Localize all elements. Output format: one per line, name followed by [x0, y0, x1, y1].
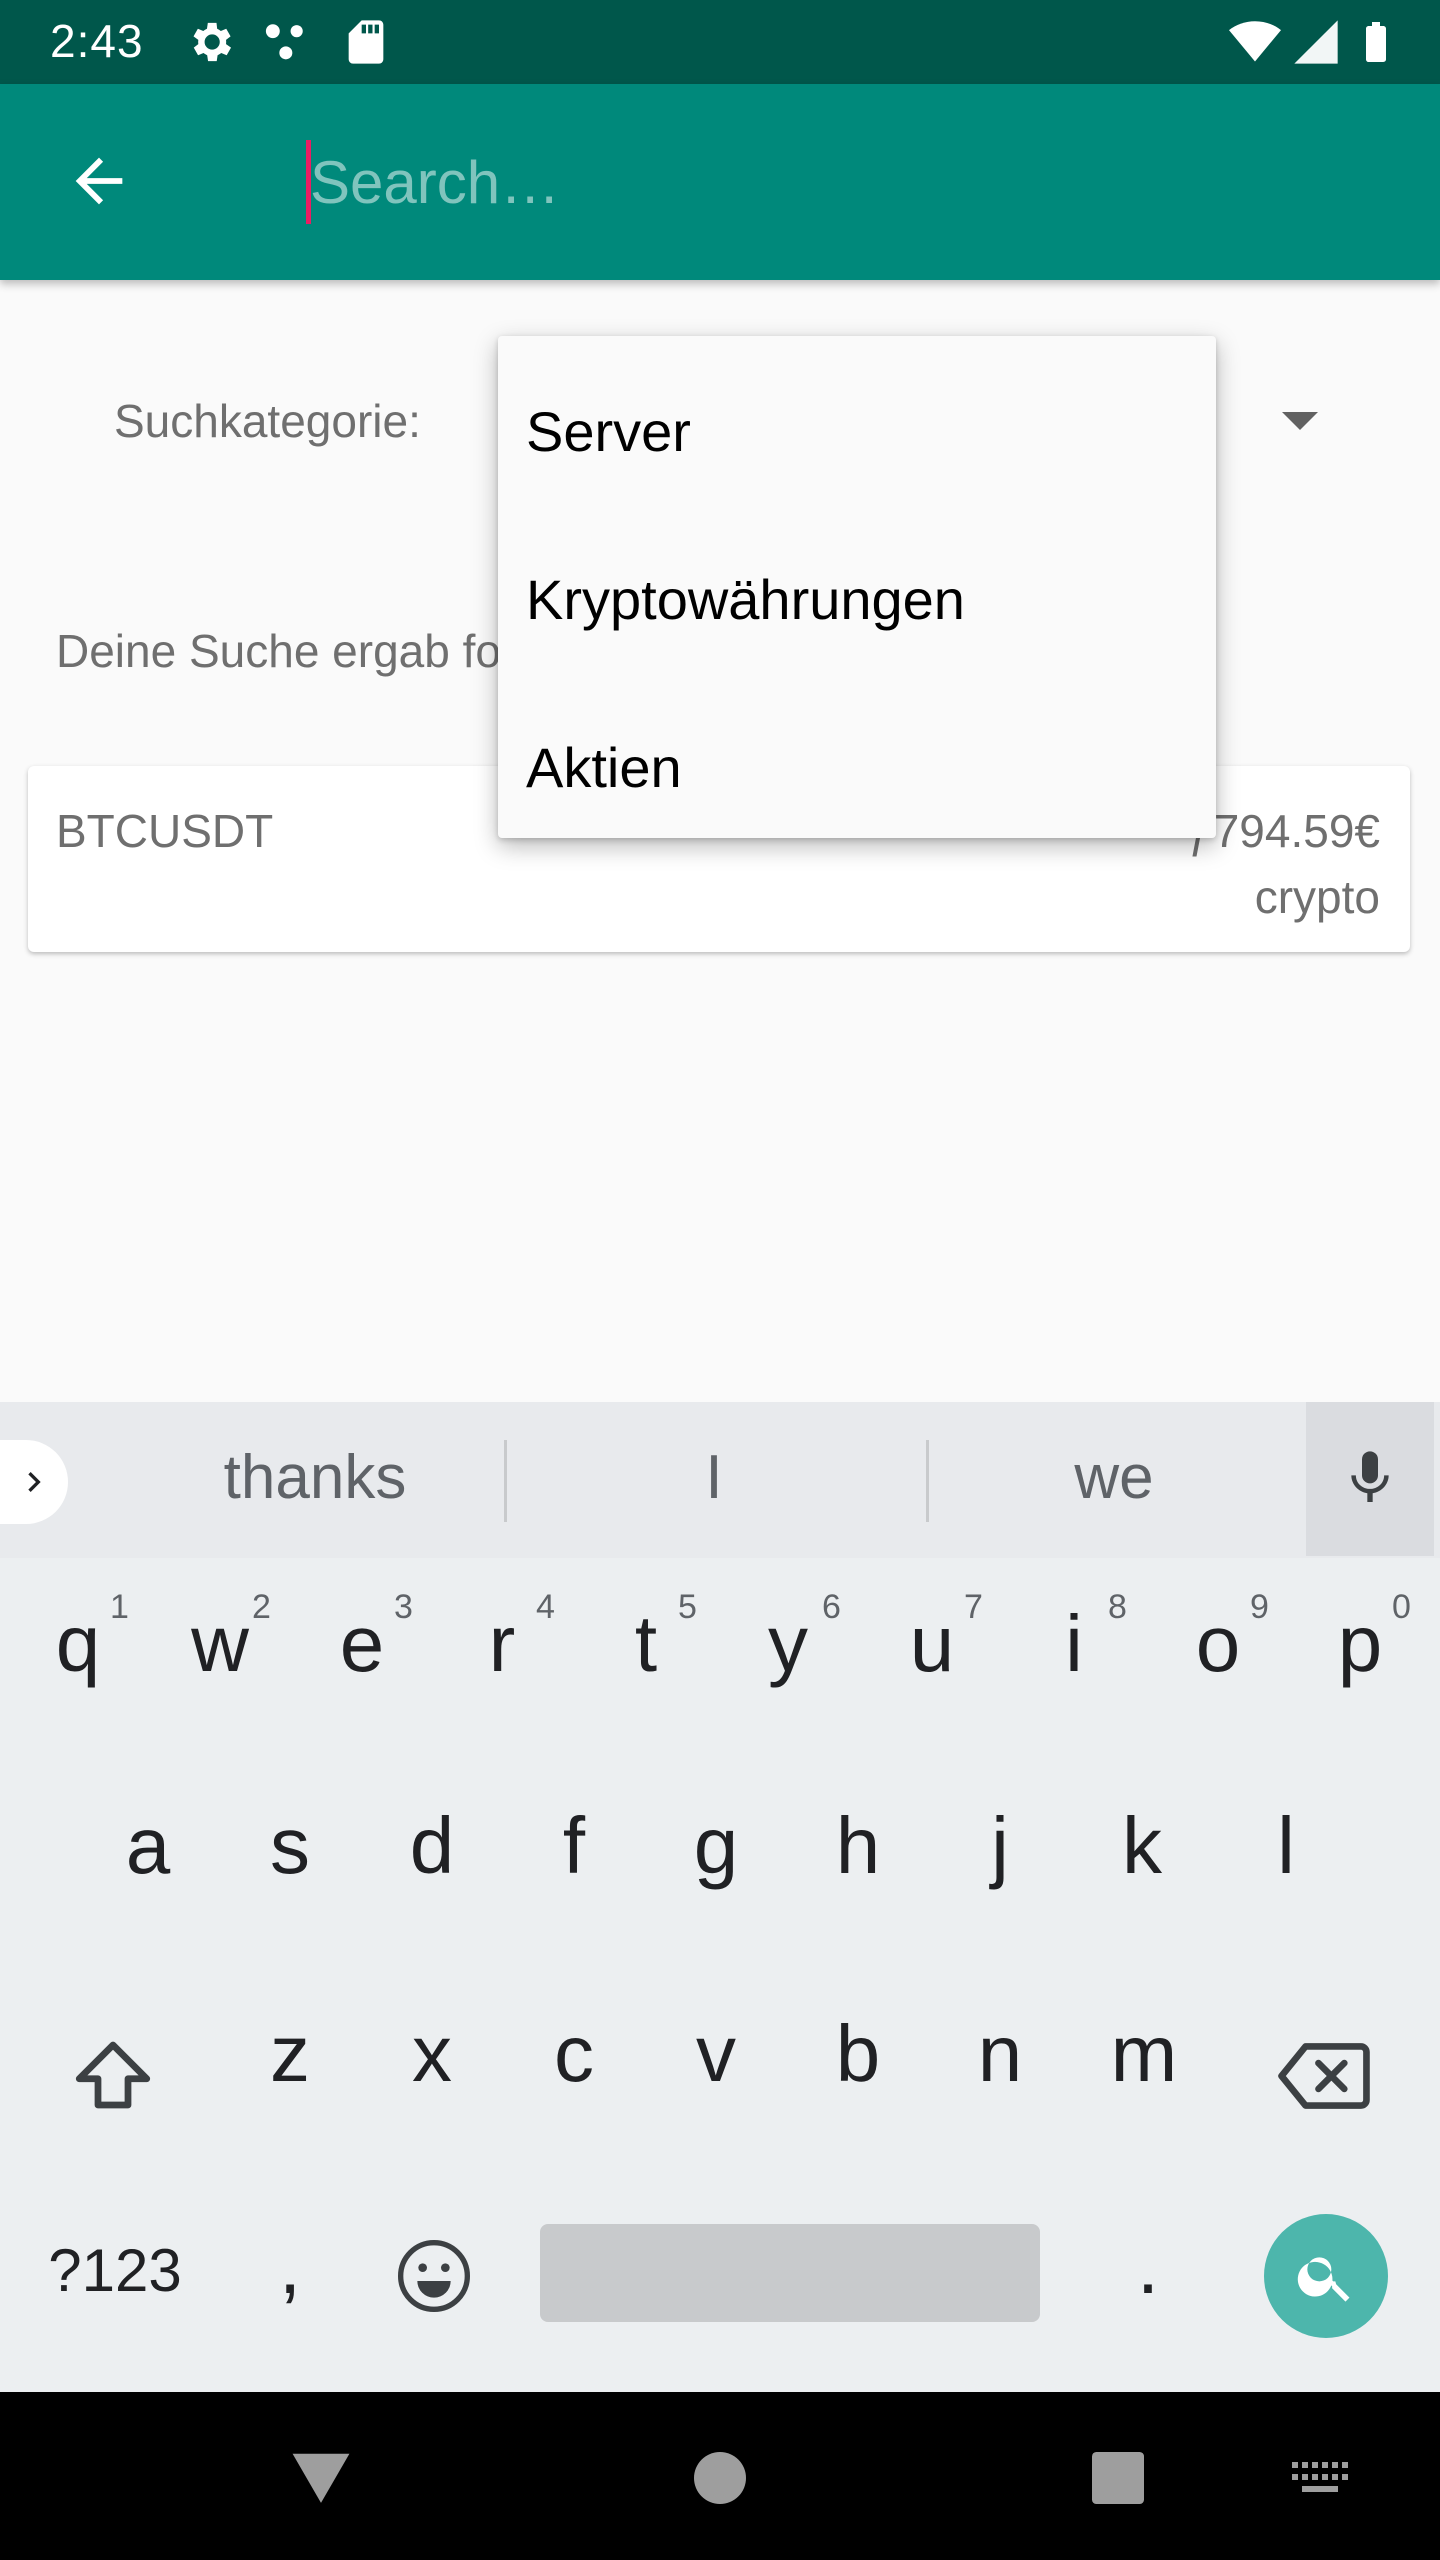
nav-recents-icon[interactable] — [1092, 2452, 1144, 2504]
text-cursor — [306, 140, 311, 224]
wifi-icon — [1229, 21, 1281, 62]
space-key[interactable] — [540, 2224, 1040, 2322]
battery-icon — [1366, 22, 1386, 62]
soft-keyboard: thanks I we q w e r t y u i o p 1 2 3 4 … — [0, 1402, 1440, 2392]
keyboard-search-button[interactable] — [1264, 2214, 1388, 2338]
category-dropdown-menu: Server Kryptowährungen Aktien — [498, 336, 1216, 838]
suggestion-1[interactable]: thanks — [190, 1442, 440, 1513]
key-l[interactable]: l — [1236, 1800, 1336, 1892]
key-f[interactable]: f — [524, 1800, 624, 1892]
key-hint-5: 5 — [678, 1588, 697, 1626]
back-arrow-icon[interactable] — [64, 146, 134, 216]
result-price: ƒ794.59€ — [1188, 805, 1380, 857]
search-icon — [1297, 2257, 1350, 2302]
search-toolbar — [0, 84, 1440, 280]
dropdown-arrow-icon[interactable] — [1280, 410, 1320, 432]
key-k[interactable]: k — [1092, 1800, 1192, 1892]
dropdown-option-server[interactable]: Server — [526, 392, 691, 472]
voice-input-button[interactable] — [1306, 1402, 1434, 1556]
suggestion-2[interactable]: I — [614, 1442, 814, 1513]
status-time: 2:43 — [50, 15, 144, 67]
key-j[interactable]: j — [950, 1800, 1050, 1892]
result-symbol: BTCUSDT — [56, 805, 274, 857]
symbols-key[interactable]: ?123 — [40, 2236, 190, 2305]
keyboard-icon[interactable] — [1292, 2462, 1348, 2494]
suggestion-bar: thanks I we — [0, 1402, 1440, 1558]
key-hint-3: 3 — [394, 1588, 413, 1626]
comma-key[interactable]: , — [240, 2220, 340, 2312]
key-hint-7: 7 — [964, 1588, 983, 1626]
period-key[interactable]: . — [1098, 2220, 1198, 2312]
emoji-icon[interactable] — [394, 2236, 474, 2316]
key-hint-0: 0 — [1392, 1588, 1411, 1626]
settings-icon — [193, 22, 232, 62]
search-input[interactable] — [306, 130, 1390, 234]
key-g[interactable]: g — [666, 1800, 766, 1892]
dots-icon — [265, 24, 303, 60]
key-n[interactable]: n — [950, 2008, 1050, 2100]
suggestion-3[interactable]: we — [1014, 1442, 1214, 1513]
key-hint-9: 9 — [1250, 1588, 1269, 1626]
status-bar: 2:43 — [0, 0, 1440, 84]
dropdown-option-stocks[interactable]: Aktien — [526, 728, 682, 808]
key-a[interactable]: a — [98, 1800, 198, 1892]
sd-card-icon — [348, 20, 384, 64]
suggestion-divider — [926, 1440, 929, 1522]
navigation-bar — [0, 2392, 1440, 2560]
key-x[interactable]: x — [382, 2008, 482, 2100]
key-hint-4: 4 — [536, 1588, 555, 1626]
nav-home-icon[interactable] — [694, 2452, 746, 2504]
dropdown-option-crypto[interactable]: Kryptowährungen — [526, 560, 965, 640]
chevron-right-icon — [28, 1472, 41, 1492]
key-c[interactable]: c — [524, 2008, 624, 2100]
shift-icon[interactable] — [68, 2030, 158, 2120]
key-hint-2: 2 — [252, 1588, 271, 1626]
category-label: Suchkategorie: — [114, 395, 421, 447]
key-hint-8: 8 — [1108, 1588, 1127, 1626]
backspace-icon[interactable] — [1276, 2038, 1372, 2114]
expand-suggestions-button[interactable] — [0, 1440, 68, 1524]
key-z[interactable]: z — [240, 2008, 340, 2100]
key-hint-6: 6 — [822, 1588, 841, 1626]
signal-icon — [1294, 20, 1338, 64]
suggestion-divider — [504, 1440, 507, 1522]
key-s[interactable]: s — [240, 1800, 340, 1892]
key-v[interactable]: v — [666, 2008, 766, 2100]
key-b[interactable]: b — [808, 2008, 908, 2100]
key-hint-1: 1 — [110, 1588, 129, 1626]
key-d[interactable]: d — [382, 1800, 482, 1892]
nav-back-icon[interactable] — [290, 2448, 352, 2506]
result-summary: Deine Suche ergab fo — [56, 625, 501, 677]
key-m[interactable]: m — [1094, 2008, 1194, 2100]
result-type: crypto — [1254, 871, 1380, 923]
key-h[interactable]: h — [808, 1800, 908, 1892]
mic-icon — [1351, 1451, 1389, 1502]
